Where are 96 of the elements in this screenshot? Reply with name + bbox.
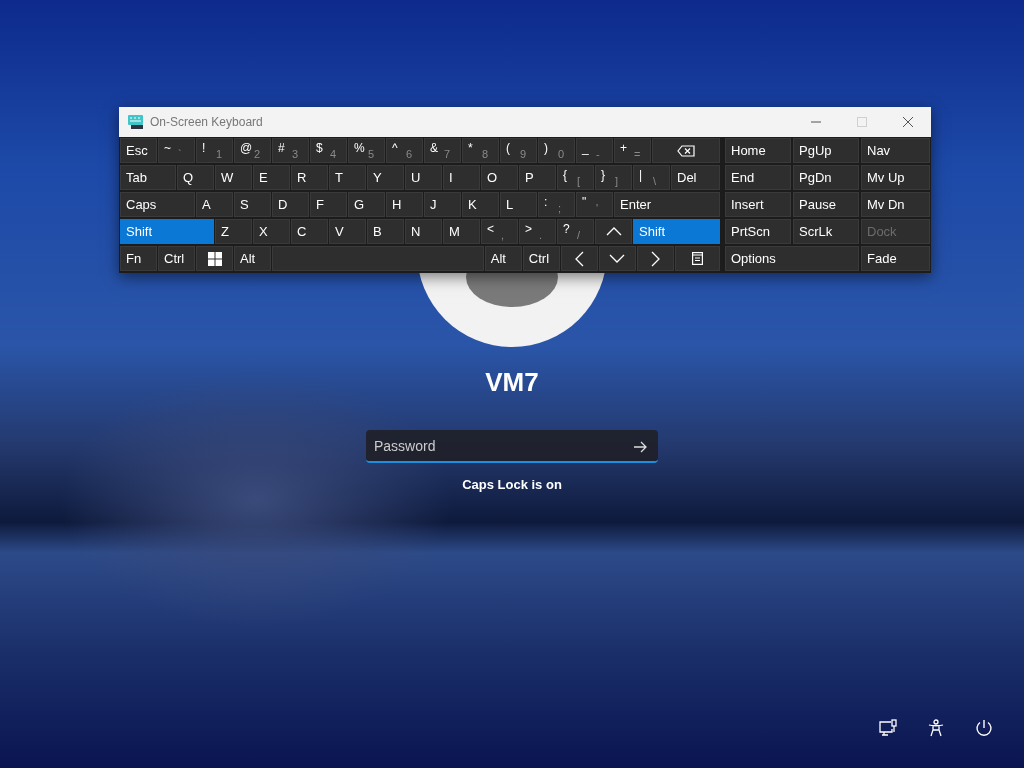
key[interactable]: } ]	[595, 165, 632, 190]
chevron-up-key[interactable]	[595, 219, 632, 244]
key[interactable]: PgDn	[793, 165, 859, 190]
key[interactable]: ) 0	[538, 138, 575, 163]
key[interactable]: E	[253, 165, 290, 190]
key[interactable]: Caps	[120, 192, 195, 217]
key[interactable]: End	[725, 165, 791, 190]
key[interactable]: Nav	[861, 138, 930, 163]
key[interactable]: W	[215, 165, 252, 190]
key[interactable]: > .	[519, 219, 556, 244]
key[interactable]: Z	[215, 219, 252, 244]
chevron-right-key[interactable]	[636, 246, 674, 271]
key[interactable]: < ,	[481, 219, 518, 244]
power-button[interactable]	[974, 718, 994, 738]
key[interactable]: Del	[671, 165, 720, 190]
key[interactable]: Esc	[120, 138, 157, 163]
key[interactable]: V	[329, 219, 366, 244]
key[interactable]: L	[500, 192, 537, 217]
key[interactable]: Enter	[614, 192, 720, 217]
key[interactable]: X	[253, 219, 290, 244]
key[interactable]: Tab	[120, 165, 176, 190]
key[interactable]: U	[405, 165, 442, 190]
key[interactable]: C	[291, 219, 328, 244]
accessibility-button[interactable]	[926, 718, 946, 738]
key[interactable]: Insert	[725, 192, 791, 217]
key[interactable]: Alt	[234, 246, 271, 271]
key[interactable]: ScrLk	[793, 219, 859, 244]
key[interactable]: { [	[557, 165, 594, 190]
key[interactable]: Alt	[484, 246, 522, 271]
key[interactable]: Fade	[861, 246, 930, 271]
key[interactable]: D	[272, 192, 309, 217]
key[interactable]: Shift	[633, 219, 720, 244]
windows-logo-icon	[207, 251, 222, 266]
key[interactable]: Mv Up	[861, 165, 930, 190]
chevron-down-key[interactable]	[598, 246, 636, 271]
key[interactable]: PgUp	[793, 138, 859, 163]
backspace-key[interactable]	[652, 138, 720, 163]
chevron-right-icon	[650, 250, 660, 267]
key[interactable]: * 8	[462, 138, 499, 163]
key[interactable]: ! 1	[196, 138, 233, 163]
chevron-down-icon	[609, 254, 626, 263]
windows-logo-key[interactable]	[196, 246, 233, 271]
key[interactable]: F	[310, 192, 347, 217]
key[interactable]: Options	[725, 246, 859, 271]
key[interactable]: % 5	[348, 138, 385, 163]
network-button[interactable]	[878, 718, 898, 738]
key[interactable]: B	[367, 219, 404, 244]
key[interactable]: + =	[614, 138, 651, 163]
key[interactable]: A	[196, 192, 233, 217]
key[interactable]: | \	[633, 165, 670, 190]
key[interactable]: H	[386, 192, 423, 217]
backspace-icon	[677, 144, 695, 157]
key[interactable]: Fn	[120, 246, 157, 271]
window-title: On-Screen Keyboard	[150, 114, 264, 131]
key[interactable]: _ -	[576, 138, 613, 163]
key[interactable]: ^ 6	[386, 138, 423, 163]
chevron-up-icon	[605, 227, 622, 236]
password-field[interactable]: Password	[366, 430, 658, 464]
key[interactable]: M	[443, 219, 480, 244]
key[interactable]: " '	[576, 192, 613, 217]
key[interactable]: & 7	[424, 138, 461, 163]
key[interactable]: Pause	[793, 192, 859, 217]
key[interactable]: J	[424, 192, 461, 217]
menu-key-icon	[691, 252, 703, 265]
key[interactable]: ( 9	[500, 138, 537, 163]
key[interactable]: ~ `	[158, 138, 195, 163]
key[interactable]: Shift	[120, 219, 214, 244]
key[interactable]: O	[481, 165, 518, 190]
key[interactable]: ? /	[557, 219, 594, 244]
key[interactable]: @2	[234, 138, 271, 163]
key[interactable]: G	[348, 192, 385, 217]
key[interactable]: $ 4	[310, 138, 347, 163]
key[interactable]: Q	[177, 165, 214, 190]
key[interactable]: I	[443, 165, 480, 190]
menu-key[interactable]	[674, 246, 720, 271]
key[interactable]: R	[291, 165, 328, 190]
key[interactable]: : ;	[538, 192, 575, 217]
key[interactable]: T	[329, 165, 366, 190]
key[interactable]: # 3	[272, 138, 309, 163]
keyboard-app-icon	[128, 115, 143, 129]
maximize-icon	[857, 117, 867, 127]
close-icon	[903, 117, 913, 127]
chevron-left-icon	[574, 250, 584, 267]
key[interactable]: Y	[367, 165, 404, 190]
key[interactable]: K	[462, 192, 499, 217]
key[interactable]: PrtScn	[725, 219, 791, 244]
key[interactable]: Mv Dn	[861, 192, 930, 217]
caps-lock-notice: Caps Lock is on	[462, 476, 562, 495]
key[interactable]: Ctrl	[522, 246, 560, 271]
chevron-left-key[interactable]	[560, 246, 598, 271]
key[interactable]: N	[405, 219, 442, 244]
key[interactable]: S	[234, 192, 271, 217]
key[interactable]: P	[519, 165, 556, 190]
key[interactable]: Home	[725, 138, 791, 163]
key[interactable]: Ctrl	[158, 246, 195, 271]
user-name: VM7	[485, 367, 539, 399]
